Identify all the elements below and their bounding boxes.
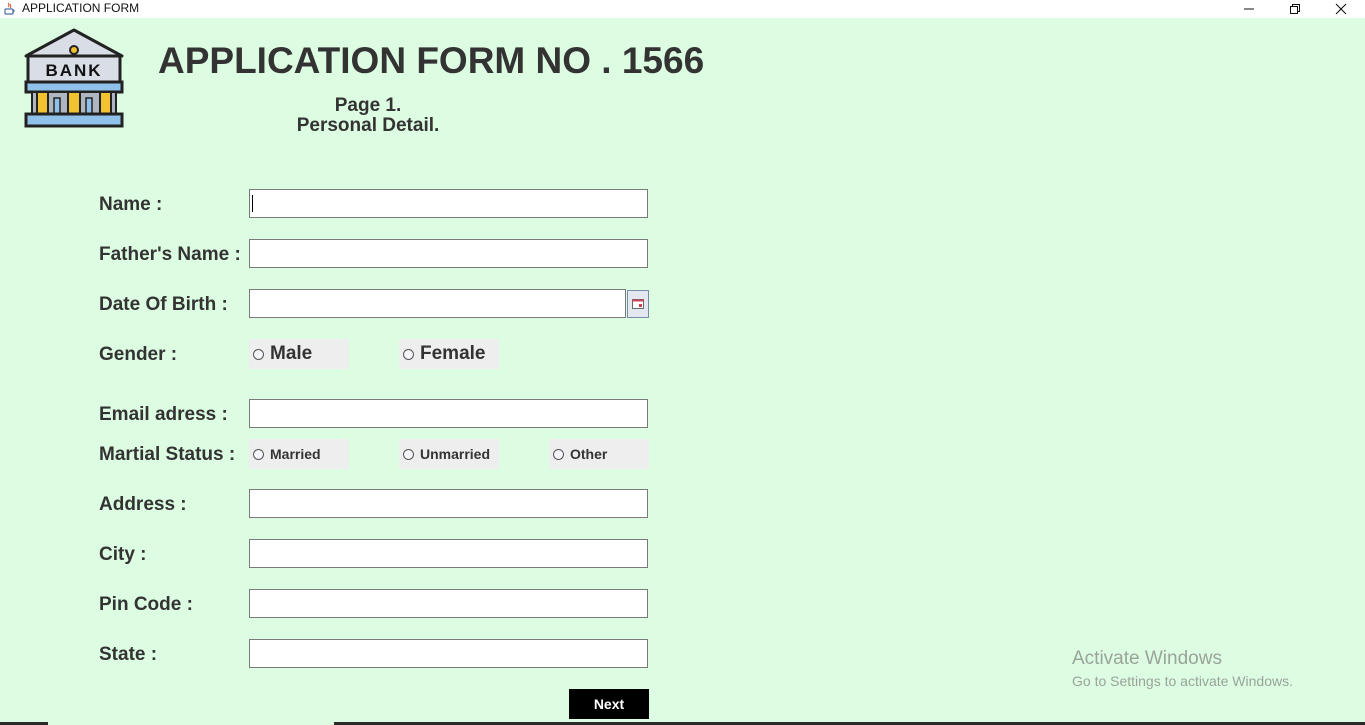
pin-code-input[interactable] <box>250 590 647 617</box>
logo-text: BANK <box>45 61 102 80</box>
name-field-box <box>249 189 648 218</box>
marital-other-radio[interactable]: Other <box>549 439 649 469</box>
address-input[interactable] <box>250 490 647 517</box>
gender-male-radio[interactable]: Male <box>249 339 349 369</box>
minimize-icon <box>1244 8 1254 10</box>
bank-building-icon: BANK <box>24 28 124 128</box>
city-label: City : <box>99 544 147 565</box>
calendar-icon <box>632 299 644 309</box>
father-name-input[interactable] <box>250 240 647 267</box>
restore-icon <box>1290 4 1300 14</box>
date-picker-button[interactable] <box>627 290 649 318</box>
title-bar: APPLICATION FORM <box>0 0 1365 18</box>
gender-label: Gender : <box>99 344 178 365</box>
dob-input[interactable] <box>250 290 625 317</box>
marital-unmarried-label: Unmarried <box>420 446 491 462</box>
activate-windows-subtitle: Go to Settings to activate Windows. <box>1072 673 1293 689</box>
email-input[interactable] <box>250 400 647 427</box>
dob-label: Date Of Birth : <box>99 294 228 315</box>
radio-circle-icon <box>553 448 564 460</box>
bank-logo: BANK <box>22 28 126 130</box>
window-title: APPLICATION FORM <box>22 1 140 15</box>
restore-button[interactable] <box>1272 0 1318 18</box>
name-label: Name : <box>99 194 163 215</box>
name-input[interactable] <box>250 190 647 217</box>
marital-married-label: Married <box>270 446 321 462</box>
marital-status-label: Martial Status : <box>99 444 236 465</box>
email-field-box <box>249 399 648 428</box>
marital-unmarried-radio[interactable]: Unmarried <box>399 439 499 469</box>
next-button[interactable]: Next <box>569 689 649 719</box>
close-icon <box>1335 3 1347 15</box>
gender-female-label: Female <box>420 343 486 364</box>
radio-circle-icon <box>403 348 414 360</box>
dob-field-box <box>249 289 626 318</box>
radio-circle-icon <box>253 448 264 460</box>
pin-code-label: Pin Code : <box>99 594 193 615</box>
state-field-box <box>249 639 648 668</box>
marital-other-label: Other <box>570 446 608 462</box>
father-name-label: Father's Name : <box>99 244 241 265</box>
gender-female-radio[interactable]: Female <box>399 339 499 369</box>
state-label: State : <box>99 644 158 665</box>
activate-windows-title: Activate Windows <box>1072 648 1222 669</box>
java-app-icon <box>2 1 17 16</box>
radio-circle-icon <box>403 448 414 460</box>
city-field-box <box>249 539 648 568</box>
close-button[interactable] <box>1318 0 1364 18</box>
pin-code-field-box <box>249 589 648 618</box>
radio-circle-icon <box>253 348 264 360</box>
email-label: Email adress : <box>99 404 228 425</box>
text-caret <box>252 195 253 212</box>
address-label: Address : <box>99 494 187 515</box>
page-number: Page 1. <box>334 95 402 116</box>
form-title: APPLICATION FORM NO . 1566 <box>158 40 705 81</box>
father-name-field-box <box>249 239 648 268</box>
address-field-box <box>249 489 648 518</box>
marital-married-radio[interactable]: Married <box>249 439 349 469</box>
city-input[interactable] <box>250 540 647 567</box>
section-title: Personal Detail. <box>296 115 440 136</box>
gender-male-label: Male <box>270 343 313 364</box>
state-input[interactable] <box>250 640 647 667</box>
minimize-button[interactable] <box>1226 0 1272 18</box>
